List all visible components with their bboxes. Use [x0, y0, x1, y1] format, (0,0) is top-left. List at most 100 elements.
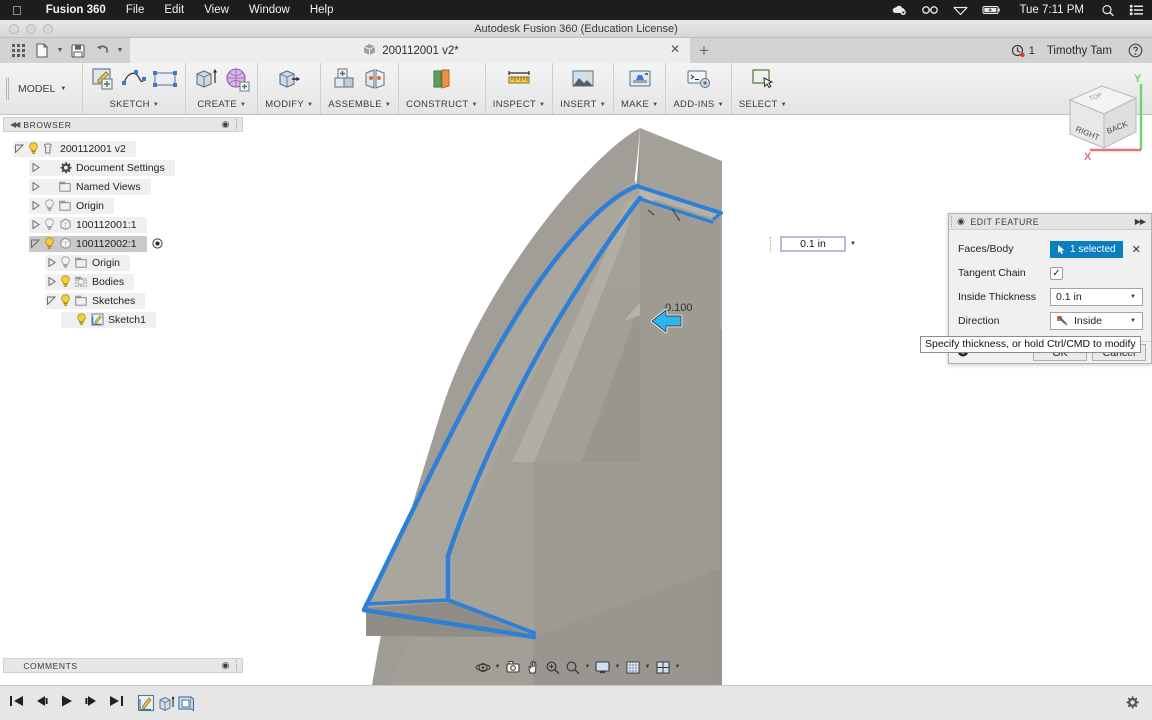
gear-icon[interactable] [1124, 695, 1140, 716]
collapse-left-icon[interactable]: ◀◀ [10, 120, 20, 129]
zoom-dropdown-icon[interactable]: ▼ [583, 658, 592, 677]
lightbulb-off-icon[interactable] [42, 199, 57, 212]
skip-to-end-icon[interactable] [109, 694, 124, 713]
user-name[interactable]: Timothy Tam [1039, 45, 1120, 57]
panel-resize-grip[interactable] [236, 119, 240, 130]
clear-selection-icon[interactable]: ✕ [1132, 243, 1141, 256]
offset-plane-icon[interactable] [429, 66, 455, 97]
chevron-right-icon[interactable] [29, 220, 42, 229]
menu-item-help[interactable]: Help [300, 4, 344, 16]
chevron-down-icon[interactable]: ▼ [1126, 318, 1140, 324]
ribbon-group-label-select[interactable]: SELECT ▼ [739, 99, 787, 110]
menu-item-view[interactable]: View [194, 4, 239, 16]
job-status-indicator[interactable]: 1 [1011, 44, 1035, 58]
dimension-input-group[interactable]: 0.1 in ▼ [770, 236, 856, 252]
3d-print-icon[interactable] [627, 66, 653, 97]
grid-dropdown-icon[interactable]: ▼ [643, 658, 652, 677]
play-icon[interactable] [59, 694, 74, 713]
view-cube[interactable]: Y X RIGHT BACK TOP [1048, 68, 1152, 171]
menu-item-edit[interactable]: Edit [154, 4, 194, 16]
tree-item-named-views[interactable]: Named Views [3, 177, 243, 196]
chevron-right-icon[interactable] [45, 258, 58, 267]
tree-item-document-settings[interactable]: Document Settings [3, 158, 243, 177]
tangent-chain-checkbox[interactable]: ✓ [1050, 266, 1063, 280]
sketch-feature-icon[interactable] [136, 693, 156, 713]
dialog-collapse-icon[interactable]: ◉ [957, 216, 965, 227]
direction-field[interactable]: Inside ▼ [1050, 312, 1143, 330]
zoom-icon[interactable] [543, 658, 562, 677]
new-component-icon[interactable] [331, 66, 357, 97]
tree-item-200112001-v2[interactable]: 200112001 v2 [3, 139, 243, 158]
app-grid-icon[interactable] [7, 40, 29, 61]
drag-arrow-cursor-icon[interactable] [648, 305, 688, 341]
extrude-icon[interactable] [193, 66, 219, 97]
lightbulb-on-icon[interactable] [42, 237, 57, 250]
undo-icon[interactable] [91, 40, 113, 61]
lightbulb-on-icon[interactable] [74, 313, 89, 326]
lightbulb-off-icon[interactable] [58, 256, 73, 269]
display-dropdown-icon[interactable]: ▼ [613, 658, 622, 677]
joint-icon[interactable] [362, 66, 388, 97]
form-icon[interactable] [224, 66, 250, 97]
document-tab[interactable]: 200112001 v2* ✕ [130, 38, 690, 63]
help-icon[interactable] [1124, 40, 1146, 61]
insert-image-icon[interactable] [570, 66, 596, 97]
lightbulb-on-icon[interactable] [58, 275, 73, 288]
ribbon-group-label-create[interactable]: CREATE ▼ [197, 99, 246, 110]
tree-item-sketch1[interactable]: Sketch1 [3, 310, 243, 329]
shell-feature-icon[interactable] [176, 693, 196, 713]
chevron-down-icon[interactable] [45, 296, 58, 305]
ribbon-group-label-insert[interactable]: INSERT ▼ [560, 99, 606, 110]
active-component-icon[interactable] [151, 238, 163, 249]
inside-thickness-field[interactable]: 0.1 in ▼ [1050, 288, 1143, 306]
glasses-icon[interactable] [914, 4, 946, 16]
ribbon-group-label-make[interactable]: MAKE ▼ [621, 99, 658, 110]
spline-icon[interactable] [121, 66, 147, 97]
ribbon-group-label-addins[interactable]: ADD-INS ▼ [673, 99, 723, 110]
tree-item-origin[interactable]: Origin [3, 253, 243, 272]
extrude-feature-icon[interactable] [156, 693, 176, 713]
grid-snaps-icon[interactable] [623, 658, 642, 677]
chevron-right-icon[interactable] [29, 182, 42, 191]
chevron-right-icon[interactable] [45, 277, 58, 286]
panel-resize-grip[interactable] [236, 660, 240, 671]
step-forward-icon[interactable] [84, 694, 99, 713]
chevron-down-icon[interactable] [13, 144, 26, 153]
dimension-drag-grip[interactable] [770, 237, 776, 251]
orbit-dropdown-icon[interactable]: ▼ [493, 658, 502, 677]
ribbon-group-label-modify[interactable]: MODIFY ▼ [265, 99, 313, 110]
measure-icon[interactable] [506, 66, 532, 97]
lightbulb-on-icon[interactable] [58, 294, 73, 307]
ribbon-group-label-construct[interactable]: CONSTRUCT ▼ [406, 99, 478, 110]
viewports-dropdown-icon[interactable]: ▼ [673, 658, 682, 677]
menu-item-file[interactable]: File [116, 4, 155, 16]
pan-icon[interactable] [523, 658, 542, 677]
step-back-icon[interactable] [34, 694, 49, 713]
chevron-right-icon[interactable] [29, 201, 42, 210]
select-icon[interactable] [750, 66, 776, 97]
apple-icon[interactable]:  [12, 4, 22, 17]
panel-options-icon[interactable]: ◉ [222, 660, 230, 671]
workspace-selector[interactable]: MODEL ▼ [12, 63, 84, 114]
lightbulb-off-icon[interactable] [42, 218, 57, 231]
ribbon-group-label-inspect[interactable]: INSPECT ▼ [493, 99, 546, 110]
faces-body-selection-button[interactable]: 1 selected [1050, 240, 1123, 258]
ribbon-group-label-assemble[interactable]: ASSEMBLE ▼ [328, 99, 391, 110]
menu-clock[interactable]: Tue 7:11 PM [1009, 4, 1094, 16]
rectangle-icon[interactable] [152, 66, 178, 97]
menu-app-name[interactable]: Fusion 360 [36, 4, 116, 16]
dialog-drag-grip[interactable] [951, 216, 955, 227]
control-center-icon[interactable] [1122, 4, 1152, 16]
skip-to-start-icon[interactable] [9, 694, 24, 713]
cloud-sync-icon[interactable] [884, 4, 914, 16]
press-pull-icon[interactable] [276, 66, 302, 97]
chevron-down-icon[interactable] [29, 239, 42, 248]
tree-item-100112002-1[interactable]: 100112002:1 [3, 234, 243, 253]
dialog-expand-icon[interactable]: ▶▶ [1135, 217, 1146, 226]
ribbon-group-label-sketch[interactable]: SKETCH ▼ [110, 99, 160, 110]
viewports-icon[interactable] [653, 658, 672, 677]
menu-item-window[interactable]: Window [239, 4, 300, 16]
undo-dropdown-icon[interactable]: ▼ [115, 40, 125, 61]
dialog-title-bar[interactable]: ◉ EDIT FEATURE ▶▶ [949, 214, 1151, 230]
new-document-icon[interactable] [31, 40, 53, 61]
